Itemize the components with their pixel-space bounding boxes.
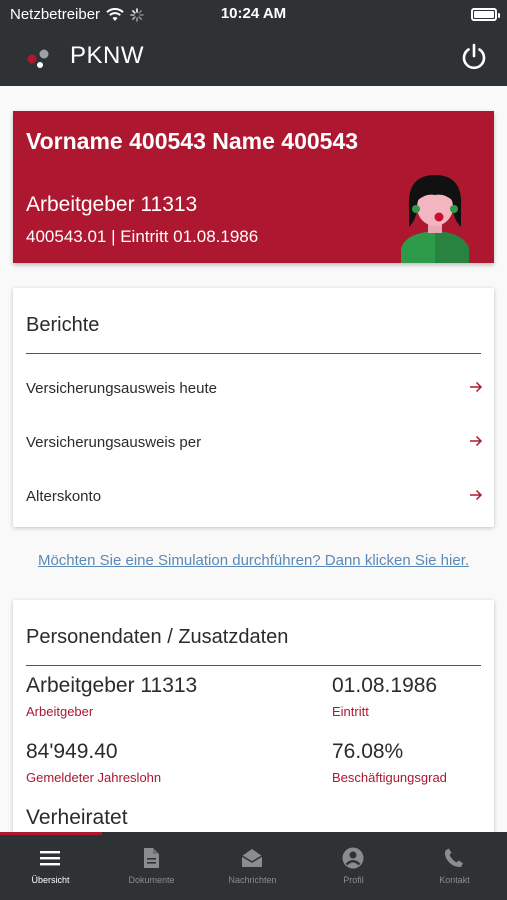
pknw-logo-icon — [27, 49, 49, 68]
annual-salary-value: 84'949.40 — [26, 740, 118, 763]
tab-kontakt[interactable]: Kontakt — [404, 832, 505, 900]
reports-title: Berichte — [26, 314, 100, 336]
personal-data-card: Personendaten / Zusatzdaten Arbeitgeber … — [13, 600, 494, 832]
tab-label: Übersicht — [31, 875, 70, 885]
app-header: PKNW — [0, 30, 507, 86]
arrow-right-icon — [470, 435, 483, 447]
avatar — [401, 175, 469, 263]
reports-divider — [26, 353, 481, 354]
report-item-label: Versicherungsausweis heute — [26, 380, 217, 397]
employment-rate-label: Beschäftigungsgrad — [332, 770, 447, 785]
status-bar: Netzbetreiber 10:24 AM — [0, 0, 507, 30]
arrow-right-icon — [470, 489, 483, 501]
entry-date-label: Eintritt — [332, 704, 369, 719]
arrow-right-icon — [470, 381, 483, 393]
tab-label: Dokumente — [128, 875, 175, 885]
document-icon — [144, 848, 159, 868]
report-item-alterskonto[interactable]: Alterskonto — [13, 476, 494, 516]
phone-icon — [444, 848, 463, 868]
tab-profil[interactable]: Profil — [303, 832, 404, 900]
battery-icon — [471, 8, 500, 21]
report-item-versicherungsausweis-per[interactable]: Versicherungsausweis per — [13, 422, 494, 462]
personal-divider — [26, 665, 481, 666]
profile-name: Vorname 400543 Name 400543 — [26, 128, 359, 154]
report-item-label: Versicherungsausweis per — [26, 434, 202, 451]
tab-label: Nachrichten — [228, 875, 277, 885]
main-content[interactable]: Vorname 400543 Name 400543 Arbeitgeber 1… — [0, 86, 507, 832]
power-icon[interactable] — [459, 42, 489, 72]
mail-open-icon — [241, 849, 263, 867]
tab-uebersicht[interactable]: Übersicht — [0, 832, 101, 900]
report-item-versicherungsausweis-heute[interactable]: Versicherungsausweis heute — [13, 368, 494, 408]
app-title: PKNW — [70, 42, 144, 69]
profile-icon — [342, 847, 364, 869]
employer-value: Arbeitgeber 11313 — [26, 674, 198, 697]
personal-title: Personendaten / Zusatzdaten — [26, 626, 289, 648]
entry-date-value: 01.08.1986 — [332, 674, 438, 697]
marital-status-value: Verheiratet — [26, 806, 128, 829]
profile-employer: Arbeitgeber 11313 — [26, 193, 198, 216]
annual-salary-label: Gemeldeter Jahreslohn — [26, 770, 162, 785]
report-item-label: Alterskonto — [26, 488, 102, 505]
menu-icon — [40, 851, 60, 866]
employment-rate-value: 76.08% — [332, 740, 404, 763]
tab-label: Profil — [343, 875, 364, 885]
reports-card: Berichte Versicherungsausweis heute Vers… — [13, 288, 494, 527]
tab-nachrichten[interactable]: Nachrichten — [202, 832, 303, 900]
bottom-tab-bar: Übersicht Dokumente Nachrichten Profil K… — [0, 832, 507, 900]
profile-card: Vorname 400543 Name 400543 Arbeitgeber 1… — [13, 111, 494, 263]
simulation-link[interactable]: Möchten Sie eine Simulation durchführen?… — [0, 552, 507, 569]
status-time: 10:24 AM — [220, 5, 287, 22]
profile-meta: 400543.01 | Eintritt 01.08.1986 — [26, 227, 259, 246]
employer-label: Arbeitgeber — [26, 704, 94, 719]
tab-label: Kontakt — [439, 875, 470, 885]
tab-dokumente[interactable]: Dokumente — [101, 832, 202, 900]
